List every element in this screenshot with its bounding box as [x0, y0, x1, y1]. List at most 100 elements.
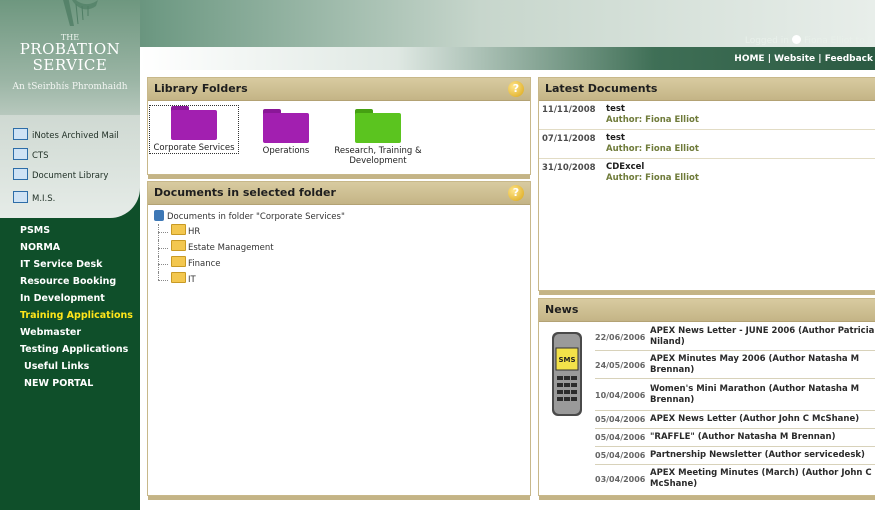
doc-date: 31/10/2008 — [542, 163, 596, 173]
folder-operations[interactable]: Operations — [256, 109, 316, 156]
news-date: 05/04/2006 — [595, 433, 646, 442]
news-date: 22/06/2006 — [595, 333, 646, 342]
folder-icon — [171, 256, 186, 267]
folder-corporate-services[interactable]: Corporate Services — [149, 105, 239, 154]
library-icon — [13, 168, 28, 180]
tree-node-hr[interactable]: HR — [154, 224, 345, 240]
tool-label: iNotes Archived Mail — [32, 131, 119, 141]
folder-icon — [355, 109, 401, 143]
doc-title-link[interactable]: CDExcel — [606, 162, 644, 172]
menu-item-training-applications[interactable]: Training Applications — [0, 307, 140, 324]
logged-in-status: Logged in Fiona Elliot to P — [745, 35, 873, 46]
feedback-link[interactable]: Feedback — [825, 54, 873, 64]
website-link[interactable]: Website — [774, 54, 815, 64]
tool-cts[interactable]: CTS — [13, 148, 49, 161]
menu-item-new-portal[interactable]: NEW PORTAL — [0, 375, 140, 392]
panel-header: Library Folders ? — [148, 78, 530, 101]
folder-label: Research, Training & Development — [334, 146, 422, 166]
latest-documents-panel: Latest Documents 11/11/2008 test Author:… — [538, 77, 875, 295]
news-link[interactable]: APEX News Letter - JUNE 2006 (Author Pat… — [650, 326, 875, 348]
help-icon[interactable]: ? — [508, 185, 524, 201]
news-link[interactable]: "RAFFLE" (Author Natasha M Brennan) — [650, 432, 875, 443]
tree-node-it[interactable]: IT — [154, 272, 345, 288]
list-item: 07/11/2008 test Author: Fiona Elliot — [539, 131, 875, 159]
news-link[interactable]: APEX Meeting Minutes (March) (Author Joh… — [650, 468, 875, 490]
tree-node-finance[interactable]: Finance — [154, 256, 345, 272]
menu-item-webmaster[interactable]: Webmaster — [0, 324, 140, 341]
news-item: 05/04/2006 Partnership Newsletter (Autho… — [595, 448, 875, 465]
tool-mis[interactable]: M.I.S. — [13, 191, 55, 204]
logged-in-label: Logged in — [744, 36, 789, 46]
folder-research-training-development[interactable]: Research, Training & Development — [330, 109, 426, 166]
tool-label: M.I.S. — [32, 194, 56, 204]
folder-label: Corporate Services — [153, 143, 235, 153]
news-item: 03/04/2006 APEX Meeting Minutes (March) … — [595, 466, 875, 492]
sidebar: THE PROBATION SERVICE An tSeirbhís Phrom… — [0, 0, 140, 510]
phone-screen-label: SMS — [558, 356, 575, 364]
home-link[interactable]: HOME — [734, 54, 764, 64]
doc-author: Author: Fiona Elliot — [606, 144, 699, 154]
menu-item-useful-links[interactable]: Useful Links — [0, 358, 140, 375]
panel-title: Library Folders — [154, 82, 248, 95]
panel-title: Documents in selected folder — [154, 186, 336, 199]
menu-item-in-development[interactable]: In Development — [0, 290, 140, 307]
tree-root-label: Documents in folder "Corporate Services" — [167, 212, 345, 222]
tree-node-estate-management[interactable]: Estate Management — [154, 240, 345, 256]
news-item: 05/04/2006 "RAFFLE" (Author Natasha M Br… — [595, 430, 875, 447]
news-date: 05/04/2006 — [595, 415, 646, 424]
news-link[interactable]: Women's Mini Marathon (Author Natasha M … — [650, 384, 875, 406]
menu-item-testing-applications[interactable]: Testing Applications — [0, 341, 140, 358]
menu-item-it-service-desk[interactable]: IT Service Desk — [0, 256, 140, 273]
doc-date: 11/11/2008 — [542, 105, 596, 115]
list-item: 31/10/2008 CDExcel Author: Fiona Elliot — [539, 160, 875, 184]
news-date: 05/04/2006 — [595, 451, 646, 460]
brand-name-line1: PROBATION — [19, 40, 121, 58]
news-date: 03/04/2006 — [595, 475, 646, 484]
help-icon[interactable]: ? — [508, 81, 524, 97]
menu-item-norma[interactable]: NORMA — [0, 239, 140, 256]
folder-icon — [171, 106, 217, 140]
news-link[interactable]: APEX Minutes May 2006 (Author Natasha M … — [650, 354, 875, 376]
menu-item-psms[interactable]: PSMS — [0, 222, 140, 239]
news-date: 10/04/2006 — [595, 391, 646, 400]
tool-document-library[interactable]: Document Library — [13, 168, 108, 181]
news-item: 05/04/2006 APEX News Letter (Author John… — [595, 412, 875, 429]
doc-author: Author: Fiona Elliot — [606, 115, 699, 125]
news-item: 10/04/2006 Women's Mini Marathon (Author… — [595, 380, 875, 411]
news-link[interactable]: Partnership Newsletter (Author servicede… — [650, 450, 875, 461]
panel-header: News — [539, 299, 875, 322]
panel-header: Latest Documents — [539, 78, 875, 101]
mis-icon — [13, 191, 28, 203]
doc-date: 07/11/2008 — [542, 134, 596, 144]
tree-node-label: IT — [188, 275, 196, 285]
tree-root[interactable]: Documents in folder "Corporate Services" — [154, 210, 345, 224]
top-links: HOME | Website | Feedback — [734, 54, 873, 64]
news-date: 24/05/2006 — [595, 361, 646, 370]
library-folders-panel: Library Folders ? Corporate Services Ope… — [147, 77, 531, 179]
tool-label: CTS — [32, 151, 49, 161]
panel-title: News — [545, 303, 579, 316]
tool-inotes[interactable]: iNotes Archived Mail — [13, 128, 119, 141]
brand-logo[interactable]: THE PROBATION SERVICE An tSeirbhís Phrom… — [0, 0, 140, 115]
news-item: 22/06/2006 APEX News Letter - JUNE 2006 … — [595, 324, 875, 351]
cts-icon — [13, 148, 28, 160]
doc-title-link[interactable]: test — [606, 104, 625, 114]
news-panel: News SMS 22/06/2006 APEX News Letter - J… — [538, 298, 875, 500]
folder-icon — [171, 272, 186, 283]
brand-name: PROBATION SERVICE — [0, 41, 140, 73]
brand-name-line2: SERVICE — [32, 56, 108, 74]
mail-icon — [13, 128, 28, 140]
doc-author: Author: Fiona Elliot — [606, 173, 699, 183]
user-status-icon — [791, 35, 801, 44]
folder-icon — [171, 240, 186, 251]
news-item: 24/05/2006 APEX Minutes May 2006 (Author… — [595, 352, 875, 379]
panel-header: Documents in selected folder ? — [148, 182, 530, 205]
mobile-phone-icon: SMS — [552, 332, 582, 416]
brand-irish: An tSeirbhís Phromhaidh — [12, 82, 128, 92]
list-item: 11/11/2008 test Author: Fiona Elliot — [539, 102, 875, 130]
news-link[interactable]: APEX News Letter (Author John C McShane) — [650, 414, 875, 425]
menu-item-resource-booking[interactable]: Resource Booking — [0, 273, 140, 290]
tools-panel: iNotes Archived Mail CTS Document Librar… — [0, 115, 140, 218]
panel-title: Latest Documents — [545, 82, 658, 95]
doc-title-link[interactable]: test — [606, 133, 625, 143]
